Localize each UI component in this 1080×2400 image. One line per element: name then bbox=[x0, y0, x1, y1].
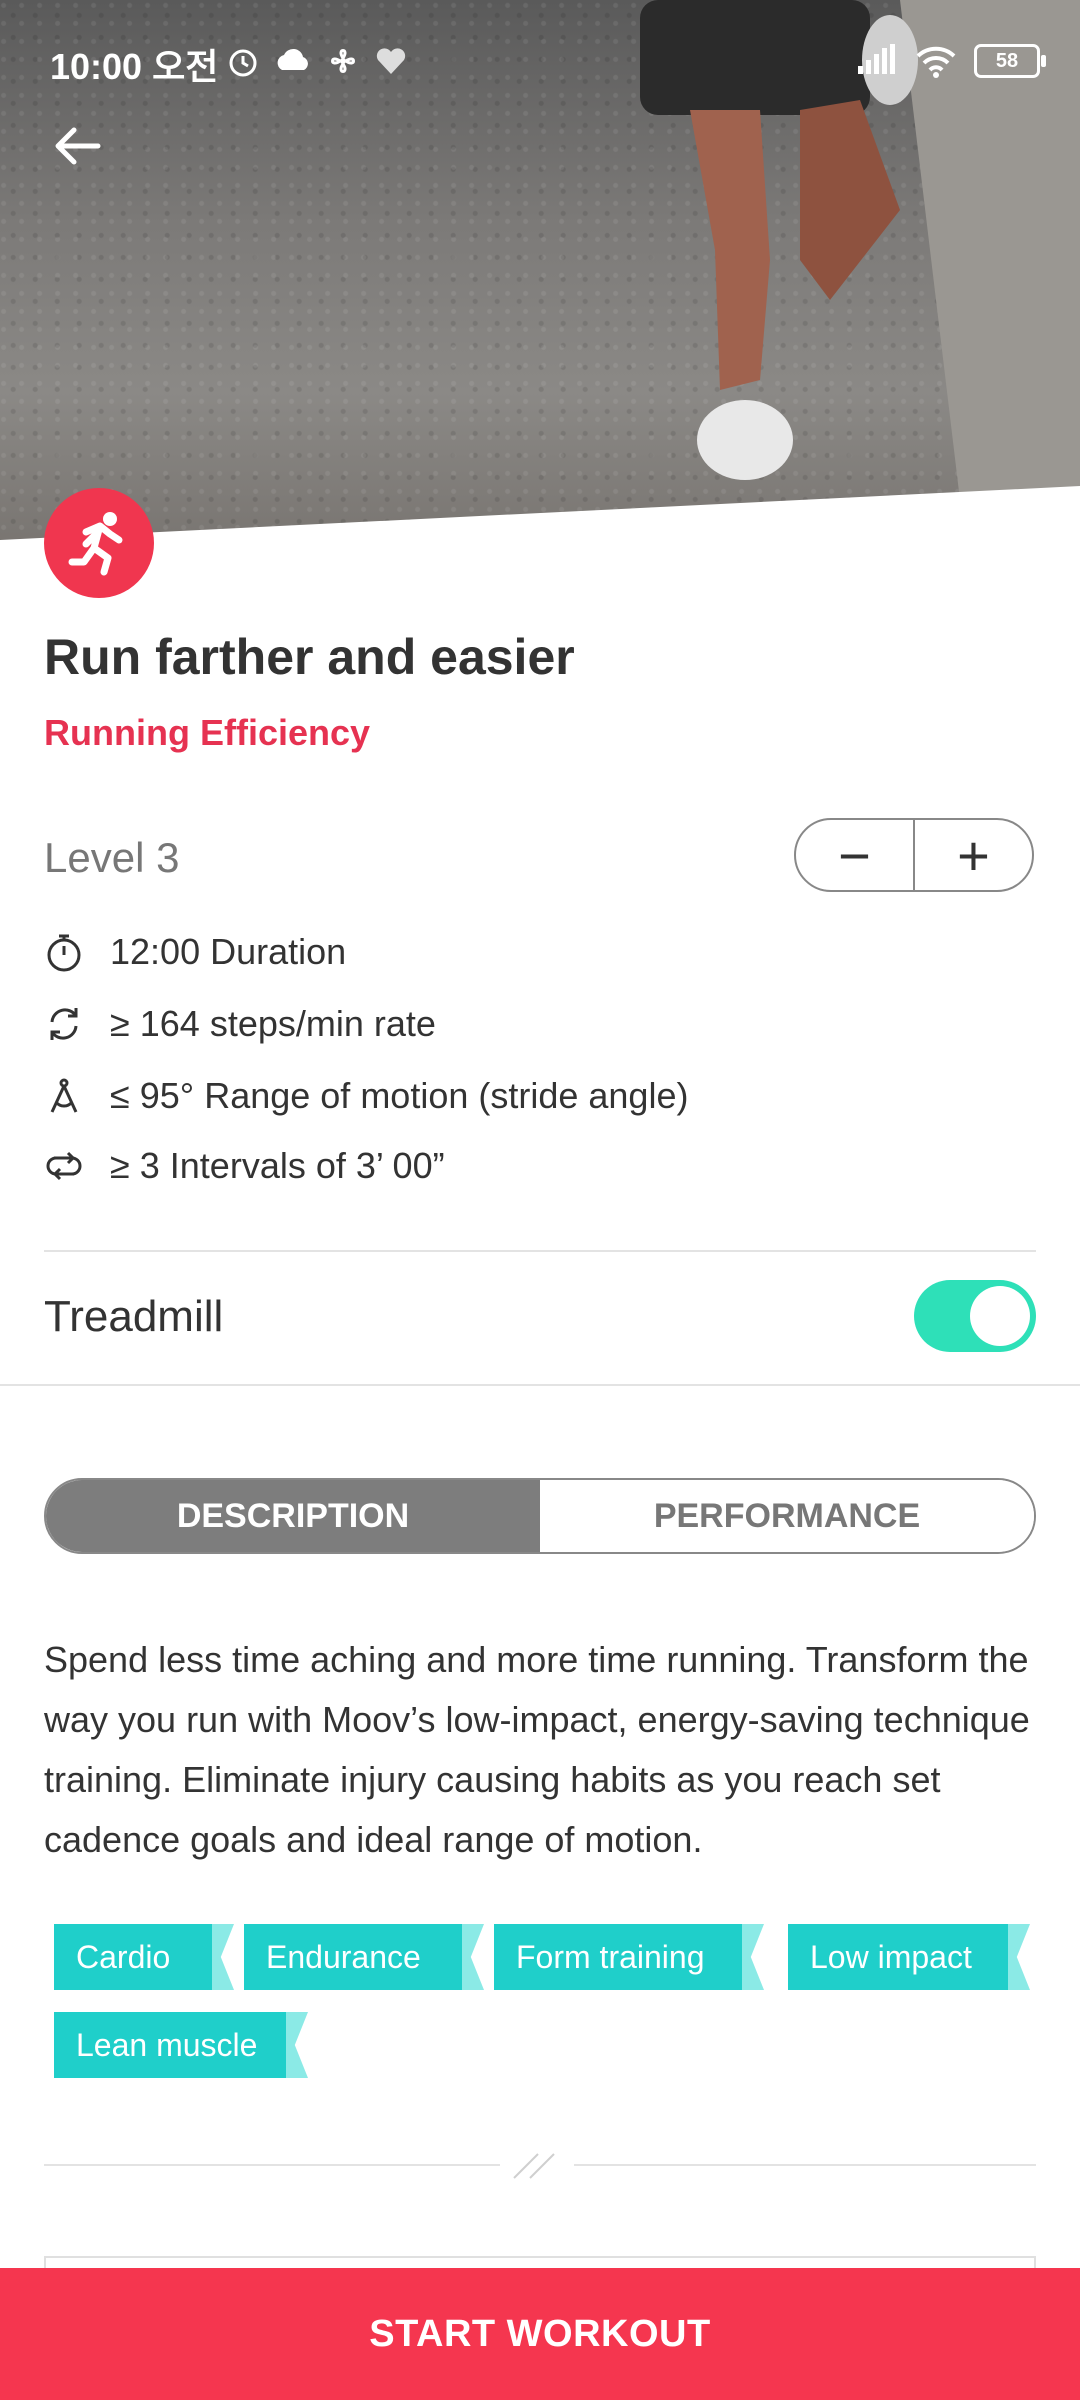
level-increase-button[interactable]: + bbox=[915, 820, 1032, 890]
battery-icon: 58 bbox=[974, 44, 1046, 78]
stat-text: 12:00 Duration bbox=[110, 931, 347, 972]
treadmill-label: Treadmill bbox=[44, 1292, 224, 1341]
tab-performance[interactable]: PERFORMANCE bbox=[540, 1480, 1034, 1552]
tag-cardio: Cardio bbox=[54, 1924, 212, 1990]
level-decrease-button[interactable]: − bbox=[796, 820, 913, 890]
stat-duration: 12:00 Duration bbox=[44, 924, 346, 980]
stat-text: ≤ 95° Range of motion (stride angle) bbox=[110, 1075, 689, 1116]
workout-description: Spend less time aching and more time run… bbox=[44, 1639, 1030, 1860]
alarm-icon bbox=[229, 49, 257, 77]
wifi-icon bbox=[916, 46, 956, 78]
tab-description[interactable]: DESCRIPTION bbox=[46, 1480, 540, 1552]
stat-stride-angle: ≤ 95° Range of motion (stride angle) bbox=[44, 1068, 688, 1124]
tag-endurance: Endurance bbox=[244, 1924, 462, 1990]
back-button[interactable] bbox=[48, 116, 108, 176]
heart-icon bbox=[376, 48, 406, 74]
stat-text: ≥ 3 Intervals of 3’ 00” bbox=[110, 1145, 445, 1186]
status-system-icons: 58 bbox=[854, 44, 1046, 78]
arrow-left-icon bbox=[55, 127, 101, 165]
fan-icon bbox=[331, 49, 355, 73]
workout-category: Running Efficiency bbox=[44, 712, 371, 753]
running-icon bbox=[68, 512, 123, 576]
tab-bar: DESCRIPTION PERFORMANCE bbox=[44, 1478, 1036, 1554]
treadmill-toggle[interactable] bbox=[914, 1280, 1036, 1352]
tag-form-training: Form training bbox=[494, 1924, 742, 1990]
status-bar: 10:00 오전 58 bbox=[0, 0, 1080, 130]
cloud-icon bbox=[277, 48, 308, 70]
stat-intervals: ≥ 3 Intervals of 3’ 00” bbox=[44, 1138, 445, 1194]
signal-icon bbox=[858, 44, 895, 74]
stat-text: ≥ 164 steps/min rate bbox=[110, 1003, 436, 1044]
cadence-icon bbox=[50, 1008, 78, 1040]
intervals-icon bbox=[46, 1151, 82, 1181]
divider bbox=[44, 1250, 1036, 1252]
toggle-knob bbox=[970, 1286, 1030, 1346]
status-time: 10:00 오전 bbox=[50, 46, 219, 87]
stopwatch-icon bbox=[47, 934, 81, 972]
level-label: Level 3 bbox=[44, 834, 180, 881]
workout-title: Run farther and easier bbox=[44, 629, 575, 685]
category-badge bbox=[44, 488, 154, 598]
stat-cadence: ≥ 164 steps/min rate bbox=[44, 996, 436, 1052]
status-notification-icons bbox=[226, 44, 408, 78]
start-workout-button[interactable]: START WORKOUT bbox=[0, 2268, 1080, 2400]
stride-angle-icon bbox=[50, 1078, 78, 1113]
tag-low-impact: Low impact bbox=[788, 1924, 1008, 1990]
divider bbox=[0, 1384, 1080, 1386]
level-stepper: − + bbox=[794, 818, 1034, 892]
section-end-divider bbox=[44, 2153, 1036, 2179]
tag-lean-muscle: Lean muscle bbox=[54, 2012, 286, 2078]
